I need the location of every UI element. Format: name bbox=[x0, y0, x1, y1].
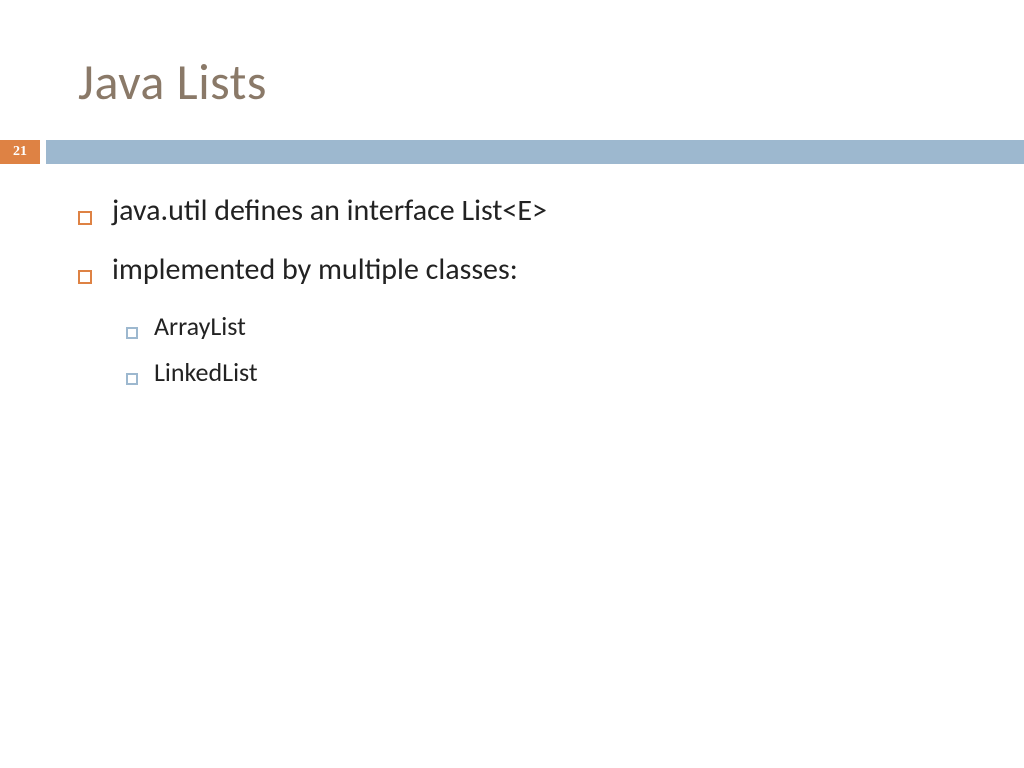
bullet-text: java.util defines an interface List<E> bbox=[112, 192, 547, 229]
slide-title: Java Lists bbox=[78, 52, 267, 113]
bullet-text: implemented by multiple classes: bbox=[112, 251, 518, 288]
square-bullet-icon bbox=[126, 373, 138, 385]
sub-bullet-item: LinkedList bbox=[126, 356, 964, 388]
header-bar: 21 bbox=[0, 140, 1024, 164]
square-bullet-icon bbox=[78, 270, 92, 284]
square-bullet-icon bbox=[78, 211, 92, 225]
bullet-item: java.util defines an interface List<E> bbox=[78, 192, 964, 229]
bullet-text: ArrayList bbox=[154, 310, 246, 342]
square-bullet-icon bbox=[126, 327, 138, 339]
page-number-badge: 21 bbox=[0, 140, 40, 164]
sub-bullet-item: ArrayList bbox=[126, 310, 964, 342]
header-blue-bar bbox=[46, 140, 1024, 164]
slide-content: java.util defines an interface List<E> i… bbox=[78, 192, 964, 402]
bullet-item: implemented by multiple classes: bbox=[78, 251, 964, 288]
slide: Java Lists 21 java.util defines an inter… bbox=[0, 0, 1024, 768]
bullet-text: LinkedList bbox=[154, 356, 258, 388]
